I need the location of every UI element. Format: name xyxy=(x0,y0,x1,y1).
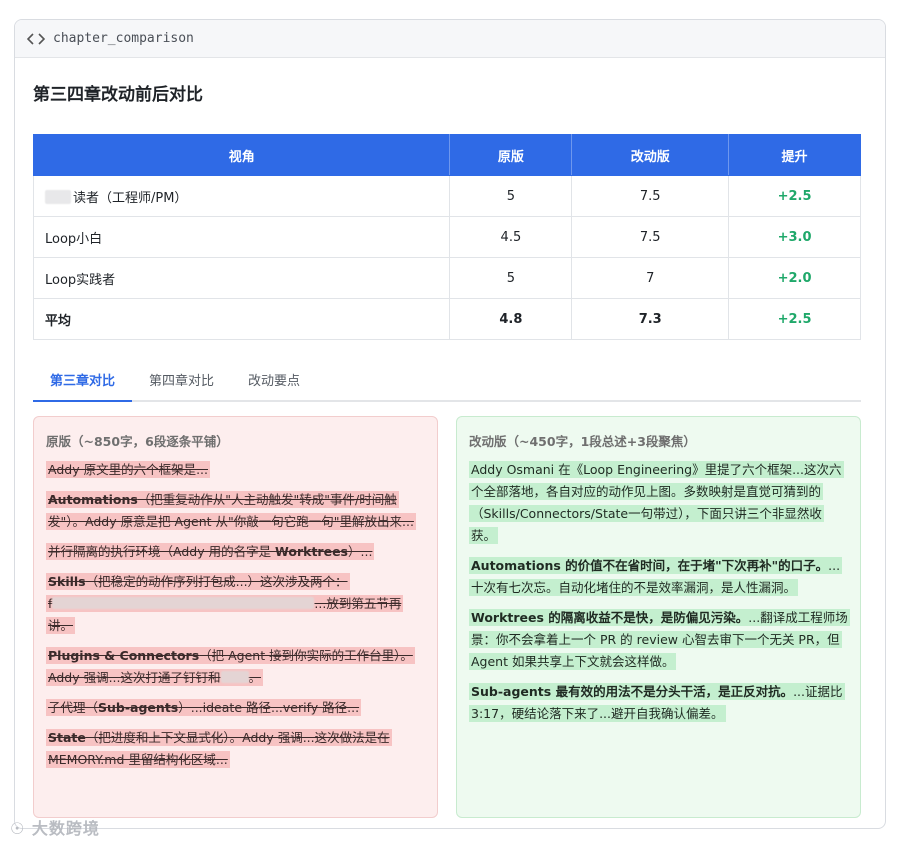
table-row: Loop实践者 5 7 +2.0 xyxy=(32,257,861,299)
row-revised: 7 xyxy=(571,257,730,299)
row-delta: +2.0 xyxy=(728,257,861,299)
row-original: 4.5 xyxy=(449,216,573,258)
row-name: 平均 xyxy=(32,298,451,340)
row-original: 4.8 xyxy=(449,298,573,340)
original-para: Skills（把稳定的动作序列打包成...）这次涉及两个： f ...放到第五节再讲… xyxy=(46,573,404,634)
redacted-text xyxy=(220,671,249,683)
original-para: 并行隔离的执行环境（Addy 用的名字是 Worktrees）... xyxy=(46,543,375,560)
revised-panel: 改动版（~450字，1段总述+3段聚焦） Addy Osmani 在《Loop … xyxy=(456,416,861,818)
row-delta: +2.5 xyxy=(728,298,861,340)
redacted-text xyxy=(52,597,315,609)
original-para: Plugins & Connectors（把 Agent 接到你实际的工作台里）… xyxy=(46,647,415,686)
table-row-average: 平均 4.8 7.3 +2.5 xyxy=(32,298,861,340)
main-content: 第三四章改动前后对比 视角 原版 改动版 提升 读者（工程师/PM） 5 7.5… xyxy=(32,58,861,818)
original-para: Addy 原文里的六个框架是... xyxy=(46,461,210,478)
row-revised: 7.5 xyxy=(571,216,730,258)
row-name: Loop实践者 xyxy=(32,257,451,299)
tab-key-changes[interactable]: 改动要点 xyxy=(231,362,317,400)
watermark-icon: ☉ xyxy=(10,819,26,838)
original-para: State（把进度和上下文显式化）。Addy 强调...这次做法是在 MEMOR… xyxy=(46,729,392,768)
original-panel-header: 原版（~850字，6段逐条平铺） xyxy=(46,434,229,449)
page-title: 第三四章改动前后对比 xyxy=(33,85,203,105)
row-delta: +2.5 xyxy=(728,175,861,217)
row-delta: +3.0 xyxy=(728,216,861,258)
table-row: Loop小白 4.5 7.5 +3.0 xyxy=(32,216,861,258)
original-panel: 原版（~850字，6段逐条平铺） Addy 原文里的六个框架是... Autom… xyxy=(33,416,438,818)
row-revised: 7.3 xyxy=(571,298,730,340)
row-revised: 7.5 xyxy=(571,175,730,217)
revised-panel-header: 改动版（~450字，1段总述+3段聚焦） xyxy=(469,434,696,449)
col-header-improvement: 提升 xyxy=(728,134,861,176)
score-table: 视角 原版 改动版 提升 读者（工程师/PM） 5 7.5 +2.5 Loop小… xyxy=(32,134,861,340)
tab-chapter4[interactable]: 第四章对比 xyxy=(132,362,231,400)
tab-chapter3[interactable]: 第三章对比 xyxy=(33,362,133,402)
app-window: chapter_comparison 第三四章改动前后对比 视角 原版 改动版 … xyxy=(14,19,886,829)
watermark-text: 大数跨境 xyxy=(31,819,100,838)
table-header-row: 视角 原版 改动版 提升 xyxy=(32,134,861,176)
tab-bar: 第三章对比 第四章对比 改动要点 xyxy=(33,362,861,402)
watermark-logo: ☉ 大数跨境 xyxy=(10,815,100,839)
window-title: chapter_comparison xyxy=(53,31,194,46)
original-para: Automations（把重复动作从"人主动触发"转成"事件/时间触发"）。Ad… xyxy=(46,491,416,530)
comparison-panels: 原版（~850字，6段逐条平铺） Addy 原文里的六个框架是... Autom… xyxy=(33,416,861,818)
revised-para: Worktrees 的隔离收益不是快，是防偏见污染。...翻译成工程师场景：你不… xyxy=(469,609,850,670)
row-original: 5 xyxy=(449,257,573,299)
col-header-revised: 改动版 xyxy=(571,134,730,176)
row-name: 读者（工程师/PM） xyxy=(73,190,188,206)
revised-para: Automations 的价值不在省时间，在于堵"下次再补"的口子。...十次有… xyxy=(469,557,843,596)
revised-para: Addy Osmani 在《Loop Engineering》里提了六个框架..… xyxy=(469,461,844,544)
row-name: Loop小白 xyxy=(32,216,451,258)
table-row: 读者（工程师/PM） 5 7.5 +2.5 xyxy=(32,175,861,217)
window-titlebar: chapter_comparison xyxy=(15,20,885,58)
code-icon xyxy=(27,32,45,45)
revised-para: Sub-agents 最有效的用法不是分头干活，是正反对抗。...证据比 3:1… xyxy=(469,683,845,722)
original-para: 子代理（Sub-agents）...ideate 路径...verify 路径.… xyxy=(46,699,362,716)
col-header-original: 原版 xyxy=(449,134,573,176)
row-original: 5 xyxy=(449,175,573,217)
redacted-text xyxy=(45,189,71,204)
col-header-perspective: 视角 xyxy=(32,134,451,176)
